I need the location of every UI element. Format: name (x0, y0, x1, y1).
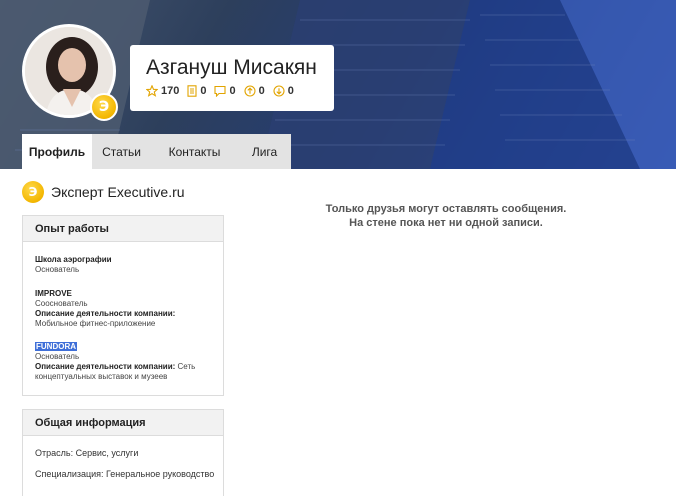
general-info-title: Общая информация (23, 410, 223, 436)
general-info-panel: Общая информация Отрасль: Сервис, услуги… (22, 409, 224, 496)
expert-label: Эксперт Executive.ru (51, 184, 185, 200)
job-company[interactable]: IMPROVE (35, 289, 72, 298)
articles-value: 0 (200, 85, 207, 97)
job-description: Мобильное фитнес-приложение (35, 319, 156, 328)
job-position: Основатель (35, 265, 80, 274)
tab-articles[interactable]: Статьи (92, 134, 151, 169)
expert-status: Э Эксперт Executive.ru (22, 181, 185, 203)
job-item: FUNDORA Основатель Описание деятельности… (35, 342, 215, 382)
tab-league[interactable]: Лига (238, 134, 291, 169)
articles-stat[interactable]: 0 (187, 85, 206, 97)
job-position: Сооснователь (35, 299, 88, 308)
job-description-label: Описание деятельности компании: (35, 309, 176, 318)
wall-message: Только друзья могут оставлять сообщения.… (300, 202, 592, 230)
arrow-up-icon (244, 85, 256, 97)
expert-coin-icon: Э (22, 181, 44, 203)
star-icon (146, 85, 158, 97)
name-card: Азгануш Мисакян 170 0 0 0 0 (130, 45, 334, 111)
job-item: IMPROVE Сооснователь Описание деятельнос… (35, 289, 215, 329)
job-company[interactable]: FUNDORA (35, 342, 77, 351)
job-description-label: Описание деятельности компании: (35, 362, 176, 371)
job-position: Основатель (35, 352, 80, 361)
document-icon (187, 85, 197, 97)
arrow-down-icon (273, 85, 285, 97)
wall-message-line-1: Только друзья могут оставлять сообщения. (325, 203, 567, 215)
work-experience-panel: Опыт работы Школа аэрографии Основатель … (22, 215, 224, 396)
comments-stat[interactable]: 0 (214, 85, 236, 97)
wall-message-line-2: На стене пока нет ни одной записи. (349, 217, 543, 229)
profile-name: Азгануш Мисакян (146, 56, 317, 79)
downvotes-stat[interactable]: 0 (273, 85, 294, 97)
specialization-info: Специализация: Генеральное руководство (35, 469, 215, 479)
downvotes-value: 0 (287, 85, 294, 97)
profile-stats: 170 0 0 0 0 (146, 85, 302, 97)
upvotes-value: 0 (258, 85, 265, 97)
comments-value: 0 (229, 85, 236, 97)
tab-profile[interactable]: Профиль (22, 134, 92, 169)
rating-stat[interactable]: 170 (146, 85, 179, 97)
tab-contacts[interactable]: Контакты (151, 134, 238, 169)
comment-icon (214, 85, 227, 97)
job-company[interactable]: Школа аэрографии (35, 255, 112, 264)
rating-value: 170 (161, 85, 180, 97)
profile-tabs: Профиль Статьи Контакты Лига (22, 134, 291, 169)
industry-info: Отрасль: Сервис, услуги (35, 448, 139, 458)
expert-badge-icon: Э (90, 93, 118, 121)
job-item: Школа аэрографии Основатель (35, 255, 215, 275)
upvotes-stat[interactable]: 0 (244, 85, 265, 97)
work-experience-title: Опыт работы (23, 216, 223, 242)
